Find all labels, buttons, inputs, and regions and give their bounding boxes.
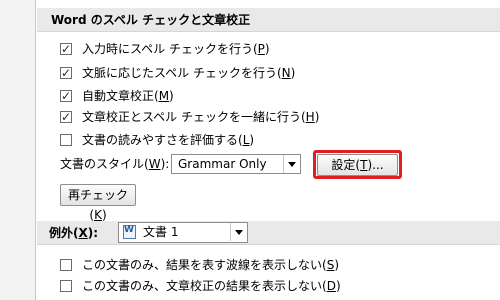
checkbox-check-spelling-as-you-type[interactable] bbox=[60, 40, 72, 58]
exceptions-label: 例外(X): bbox=[49, 226, 99, 240]
writing-style-dropdown[interactable]: Grammar Only bbox=[171, 154, 301, 174]
checkbox-hide-spelling-errors[interactable] bbox=[60, 259, 72, 271]
checkbox-check-grammar-with-spelling[interactable] bbox=[60, 108, 72, 126]
checkbox-hide-grammar-errors[interactable] bbox=[60, 280, 72, 292]
checkbox-contextual-spelling[interactable] bbox=[60, 64, 72, 82]
exceptions-document-value: 文書 1 bbox=[143, 225, 179, 239]
word-document-icon bbox=[123, 225, 136, 239]
section-header-spelling: Word のスペル チェックと文章校正 bbox=[37, 8, 500, 32]
exceptions-document-dropdown[interactable]: 文書 1 bbox=[118, 222, 248, 243]
writing-style-value: Grammar Only bbox=[178, 157, 267, 171]
section-header-exceptions: 例外(X): bbox=[37, 221, 500, 245]
chevron-down-icon[interactable] bbox=[230, 223, 247, 241]
highlight-box bbox=[313, 150, 402, 179]
recheck-document-button[interactable]: 再チェック(K) bbox=[60, 184, 136, 222]
checkbox-mark-grammar-errors[interactable] bbox=[60, 87, 72, 105]
section-title-spelling: Word のスペル チェックと文章校正 bbox=[51, 13, 251, 27]
chevron-down-icon[interactable] bbox=[283, 155, 300, 173]
left-panel-strip bbox=[0, 0, 36, 300]
checkbox-readability-statistics[interactable] bbox=[60, 134, 72, 146]
writing-style-label: 文書のスタイル(W): bbox=[60, 157, 170, 171]
